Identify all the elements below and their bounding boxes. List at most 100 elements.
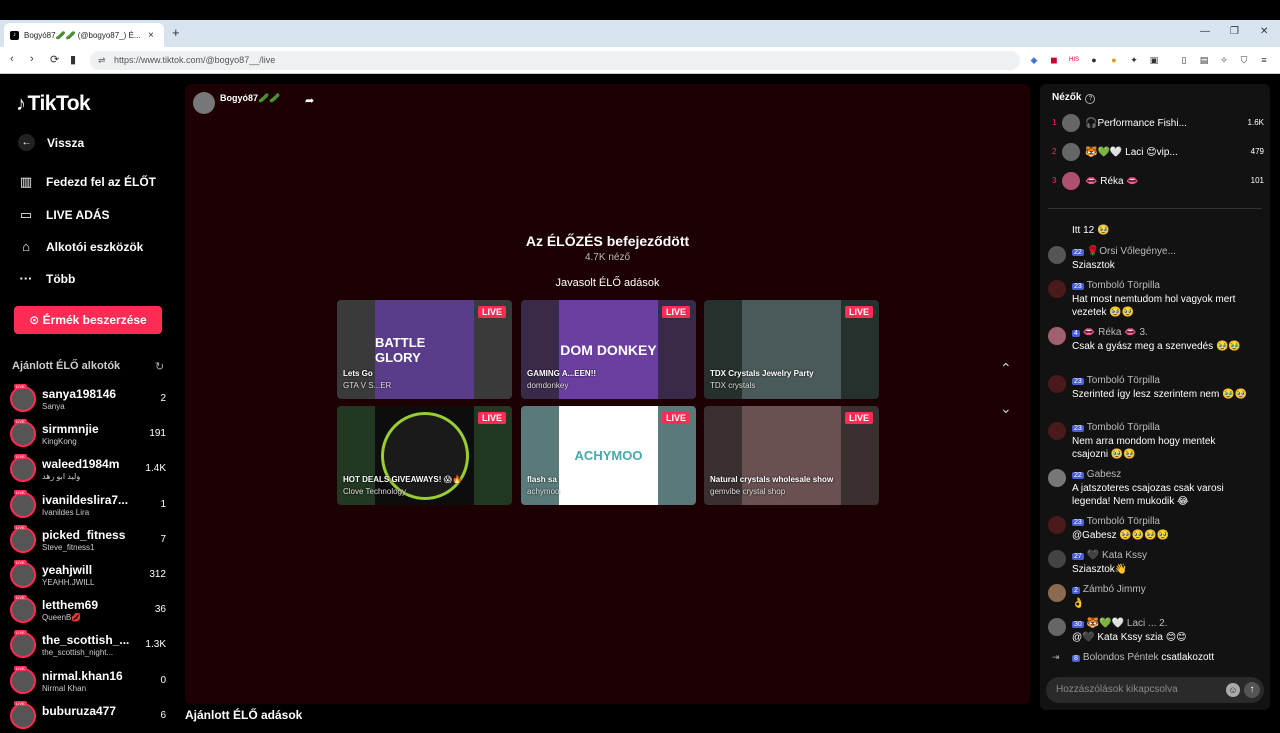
chevron-down-icon[interactable]: ⌄ [1000,400,1012,417]
tab-title: Bogyó87🥒🥒 (@bogyo87_) É... [24,30,141,40]
host-name[interactable]: Bogyó87🥒🥒 [220,93,280,104]
chat-user: 23 Tomboló Törpilla [1072,375,1160,386]
live-card[interactable]: LIVE HOT DEALS GIVEAWAYS! 😱🔥 Clove Techn… [337,406,512,505]
creator-nickname: YEAHH.JWILL [42,578,95,587]
nav-creator-tools[interactable]: ⌂ Alkotói eszközök [18,239,143,254]
maximize-button[interactable]: ❐ [1230,26,1239,37]
extension-icon[interactable]: ◼ [1048,54,1060,66]
divider [1048,208,1262,209]
back-arrow-icon[interactable]: ‹ [10,53,14,65]
minimize-button[interactable]: — [1200,26,1210,37]
live-badge: LIVE [477,412,506,424]
close-window-button[interactable]: ✕ [1260,26,1268,37]
browser-tab-strip: ♪ Bogyó87🥒🥒 (@bogyo87_) É... × + [0,20,1280,47]
avatar [1048,618,1066,636]
coin-icon: ⊙ [29,313,43,327]
reload-icon[interactable]: ⟳ [50,53,59,66]
live-card[interactable]: ACHYMOO LIVE flash sa achymoo [521,406,696,505]
live-ended-title: Az ÉLŐZÉS befejeződött [525,233,690,249]
chevron-up-icon[interactable]: ⌃ [1000,360,1012,377]
url-text: https://www.tiktok.com/@bogyo87__/live [114,55,276,65]
puzzle-icon[interactable]: ✦ [1128,54,1140,66]
url-field[interactable]: ⇌ https://www.tiktok.com/@bogyo87__/live [90,51,1020,70]
site-info-icon[interactable]: ⇌ [98,51,106,70]
card-creator: Clove Technology [343,487,407,496]
creator-item[interactable]: LIVE picked_fitness Steve_fitness1 7 [10,525,170,557]
tab-close-icon[interactable]: × [148,30,158,41]
comment-input[interactable]: Hozzászólások kikapcsolva ☺ ↑ [1046,677,1264,703]
creator-item[interactable]: LIVE buburuza477 6 [10,701,170,733]
avatar [1048,422,1066,440]
top-viewer-row[interactable]: 3 👄 Réka 👄 101 [1052,172,1264,192]
arrow-left-icon: ← [18,134,35,151]
chat-text: Sziasztok👋 [1072,564,1128,575]
info-icon[interactable]: ? [1085,94,1096,104]
refresh-icon[interactable]: ↻ [155,360,164,373]
chat-text: Hat most nemtudom hol vagyok mert vezete… [1072,294,1236,318]
creator-viewer-count: 7 [160,534,166,545]
browser-tab[interactable]: ♪ Bogyó87🥒🥒 (@bogyo87_) É... × [4,23,164,47]
emoji-icon[interactable]: ☺ [1226,683,1240,697]
nav-explore-live[interactable]: ▥ Fedezd fel az ÉLŐT [18,174,156,190]
extension-icon[interactable]: ◆ [1028,54,1040,66]
avatar [1062,172,1080,190]
top-viewer-row[interactable]: 2 🐯💚🤍 Laci 😊vip... 479 [1052,143,1264,163]
extension-icon[interactable]: ▣ [1148,54,1160,66]
chat-user: 23 Tomboló Törpilla [1072,422,1160,433]
creator-item[interactable]: LIVE nirmal.khan16 Nirmal Khan 0 [10,666,170,698]
avatar [10,456,36,482]
creator-viewer-count: 36 [154,604,166,615]
card-creator: GTA V S...ER [343,381,392,390]
nav-live-broadcast[interactable]: ▭ LIVE ADÁS [18,207,110,223]
leo-icon[interactable]: ✧ [1218,54,1230,66]
creator-name: sanya198146 [42,387,117,401]
chat-user: 23 Tomboló Törpilla [1072,280,1160,291]
live-card[interactable]: LIVE TDX Crystals Jewelry Party TDX crys… [704,300,879,399]
live-card[interactable]: LIVE Natural crystals wholesale show gem… [704,406,879,505]
creator-item[interactable]: LIVE letthem69 QueenB💋 36 [10,595,170,627]
chat-user: 22 🌹Orsi Vőlegénye... [1072,246,1176,257]
tiktok-favicon-icon: ♪ [10,30,19,40]
viewers-panel-title: Nézők? [1052,92,1096,104]
creator-name: yeahjwill [42,563,93,577]
forward-arrow-icon[interactable]: › [30,53,34,65]
live-card[interactable]: DOM DONKEY LIVE GAMING A...EEN!! domdonk… [521,300,696,399]
live-badge: LIVE [661,306,690,318]
send-arrow-icon[interactable]: ↑ [1244,682,1260,698]
top-viewer-name: 🐯💚🤍 Laci 😊vip... [1085,147,1178,158]
bookmark-icon[interactable]: ▮ [70,53,76,66]
nav-more[interactable]: ··· Több [18,271,76,286]
creator-item[interactable]: LIVE the_scottish_... the_scottish_night… [10,630,170,662]
sidebar-icon[interactable]: ▯ [1178,54,1190,66]
creator-item[interactable]: LIVE ivanildeslira7... Ivanildes Lira 1 [10,490,170,522]
buy-coins-button[interactable]: ⊙ Érmék beszerzése [14,306,162,334]
creator-item[interactable]: LIVE sanya198146 Sanya 2 [10,384,170,416]
live-badge: LIVE [844,412,873,424]
card-title: Lets Go [343,369,373,378]
extension-icon[interactable]: ● [1088,54,1100,66]
creator-item[interactable]: LIVE sirmmnjie KingKong 191 [10,419,170,451]
chat-text: Itt 12 🥹 [1072,225,1110,236]
top-viewer-name: 👄 Réka 👄 [1085,176,1139,187]
share-icon[interactable]: ➦ [305,94,314,107]
creator-viewer-count: 191 [149,428,166,439]
avatar[interactable] [193,92,215,114]
creator-viewer-count: 0 [160,675,166,686]
extension-icon[interactable]: HIS [1068,54,1080,66]
chat-user: 2 Zámbó Jimmy [1072,584,1146,595]
wallet-icon[interactable]: ▤ [1198,54,1210,66]
live-card[interactable]: BATTLE GLORY LIVE Lets Go GTA V S...ER [337,300,512,399]
live-stage: Bogyó87🥒🥒 ➦ Az ÉLŐZÉS befejeződött 4.7K … [185,84,1030,704]
extension-icon[interactable]: ● [1108,54,1120,66]
new-tab-button[interactable]: + [172,25,180,40]
top-viewer-row[interactable]: 1 🎧Performance Fishi... 1.6K [1052,114,1264,134]
main-content: Bogyó87🥒🥒 ➦ Az ÉLŐZÉS befejeződött 4.7K … [185,74,1030,722]
creator-item[interactable]: LIVE yeahjwill YEAHH.JWILL 312 [10,560,170,592]
shield-icon[interactable]: ⛉ [1238,54,1250,66]
live-badge: LIVE [477,306,506,318]
creator-item[interactable]: LIVE waleed1984m وليد ابو رهد 1.4K [10,454,170,486]
avatar [10,492,36,518]
menu-icon[interactable]: ≡ [1258,54,1270,66]
tiktok-logo[interactable]: ♪TikTok [16,92,91,116]
back-button[interactable]: ← Vissza [18,134,84,151]
